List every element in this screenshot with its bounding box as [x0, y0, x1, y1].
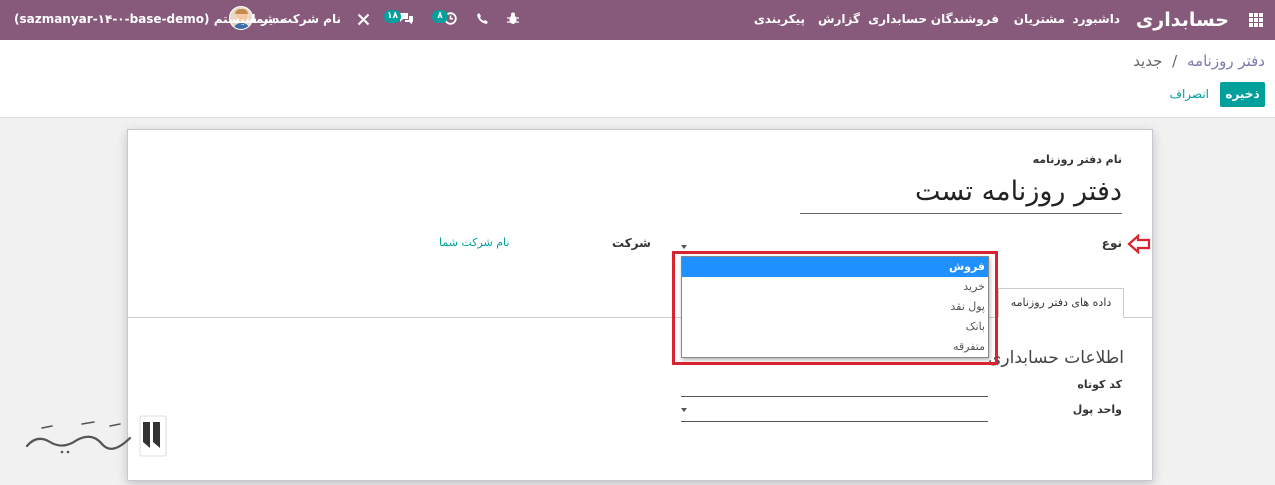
menu-vendors[interactable]: فروشندگان: [931, 0, 999, 40]
top-navbar: حسابداری داشبورد مشتریان فروشندگان حسابد…: [0, 0, 1275, 40]
currency-select-caret-icon[interactable]: [681, 408, 687, 412]
watermark-logo: [25, 415, 167, 457]
currency-label: واحد پول: [1072, 403, 1122, 416]
bug-icon[interactable]: [507, 12, 519, 25]
form-sheet: نام دفتر روزنامه دفتر روزنامه تست نوع شر…: [127, 129, 1153, 481]
breadcrumb-current: جدید: [1133, 52, 1163, 70]
breadcrumb: دفتر روزنامه / جدید: [1133, 52, 1265, 70]
annotation-highlight-box: [672, 251, 998, 365]
control-panel: دفتر روزنامه / جدید ذخیره انصراف: [0, 40, 1275, 118]
currency-select[interactable]: [681, 421, 988, 422]
section-title: اطلاعات حسابداری: [988, 348, 1124, 368]
journal-name-label: نام دفتر روزنامه: [1032, 153, 1122, 166]
type-label: نوع: [1101, 236, 1122, 250]
menu-reporting[interactable]: گزارش: [818, 0, 860, 40]
menu-customers[interactable]: مشتریان: [1014, 0, 1065, 40]
menu-accounting[interactable]: حسابداری: [868, 0, 927, 40]
menu-configuration[interactable]: پیکربندی: [754, 0, 805, 40]
annotation-arrow-icon: [1127, 234, 1151, 254]
user-menu[interactable]: مدیر سیستم (sazmanyar-۱۴-۰-base-demo): [14, 0, 287, 40]
tools-icon[interactable]: [357, 13, 370, 26]
app-title[interactable]: حسابداری: [1136, 0, 1229, 40]
phone-icon[interactable]: [477, 13, 488, 24]
short-code-label: کد کوتاه: [1077, 378, 1122, 391]
type-select-caret-icon[interactable]: [681, 245, 687, 249]
save-button[interactable]: ذخیره: [1220, 82, 1265, 107]
apps-grid-icon[interactable]: [1249, 13, 1263, 27]
tab-journal-entries[interactable]: داده های دفتر روزنامه: [998, 288, 1124, 318]
breadcrumb-separator: /: [1172, 52, 1178, 70]
company-field[interactable]: نام شرکت شما: [439, 236, 509, 249]
breadcrumb-parent[interactable]: دفتر روزنامه: [1187, 52, 1265, 70]
activity-badge: ۸: [432, 10, 448, 23]
discard-button[interactable]: انصراف: [1170, 82, 1209, 107]
journal-name-input[interactable]: دفتر روزنامه تست: [800, 174, 1122, 214]
menu-dashboard[interactable]: داشبورد: [1072, 0, 1120, 40]
company-label: شرکت: [612, 236, 651, 250]
short-code-input[interactable]: [681, 396, 988, 397]
messages-badge: ۱۸: [384, 10, 401, 23]
